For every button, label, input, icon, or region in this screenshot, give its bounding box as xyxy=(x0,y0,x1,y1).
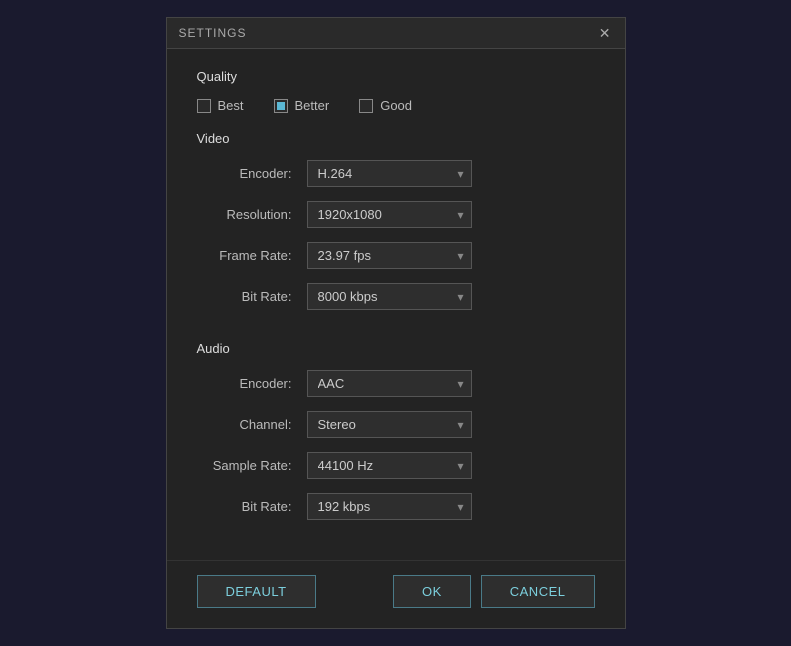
video-resolution-select[interactable]: 1920x1080 1280x720 854x480 xyxy=(307,201,472,228)
video-framerate-select[interactable]: 23.97 fps 29.97 fps 60 fps xyxy=(307,242,472,269)
audio-channel-select[interactable]: Stereo Mono xyxy=(307,411,472,438)
dialog-titlebar: SETTINGS ✕ xyxy=(167,18,625,49)
audio-channel-row: Channel: Stereo Mono xyxy=(197,411,595,438)
footer-right-buttons: OK CANCEL xyxy=(393,575,595,608)
quality-better-checkbox[interactable] xyxy=(274,99,288,113)
audio-bitrate-select-wrapper: 192 kbps 128 kbps 96 kbps xyxy=(307,493,472,520)
video-bitrate-label: Bit Rate: xyxy=(197,289,307,304)
video-encoder-select-wrapper: H.264 H.265 VP9 xyxy=(307,160,472,187)
quality-section-title: Quality xyxy=(197,69,595,84)
video-encoder-label: Encoder: xyxy=(197,166,307,181)
video-framerate-label: Frame Rate: xyxy=(197,248,307,263)
audio-encoder-select[interactable]: AAC MP3 PCM xyxy=(307,370,472,397)
video-resolution-select-wrapper: 1920x1080 1280x720 854x480 xyxy=(307,201,472,228)
default-button[interactable]: DEFAULT xyxy=(197,575,316,608)
video-section-title: Video xyxy=(197,131,595,146)
close-button[interactable]: ✕ xyxy=(597,26,613,40)
dialog-body: Quality Best Better Good Video Encoder: … xyxy=(167,49,625,554)
audio-encoder-select-wrapper: AAC MP3 PCM xyxy=(307,370,472,397)
video-encoder-select[interactable]: H.264 H.265 VP9 xyxy=(307,160,472,187)
audio-section-title: Audio xyxy=(197,341,595,356)
quality-options-row: Best Better Good xyxy=(197,98,595,113)
audio-channel-select-wrapper: Stereo Mono xyxy=(307,411,472,438)
audio-bitrate-label: Bit Rate: xyxy=(197,499,307,514)
quality-option-good[interactable]: Good xyxy=(359,98,412,113)
audio-samplerate-select[interactable]: 44100 Hz 48000 Hz 22050 Hz xyxy=(307,452,472,479)
quality-better-label: Better xyxy=(295,98,330,113)
video-bitrate-row: Bit Rate: 8000 kbps 5000 kbps 3000 kbps xyxy=(197,283,595,310)
audio-samplerate-select-wrapper: 44100 Hz 48000 Hz 22050 Hz xyxy=(307,452,472,479)
video-resolution-row: Resolution: 1920x1080 1280x720 854x480 xyxy=(197,201,595,228)
video-framerate-select-wrapper: 23.97 fps 29.97 fps 60 fps xyxy=(307,242,472,269)
audio-encoder-label: Encoder: xyxy=(197,376,307,391)
audio-bitrate-row: Bit Rate: 192 kbps 128 kbps 96 kbps xyxy=(197,493,595,520)
dialog-title: SETTINGS xyxy=(179,26,247,40)
quality-best-label: Best xyxy=(218,98,244,113)
quality-good-label: Good xyxy=(380,98,412,113)
section-divider xyxy=(197,324,595,325)
quality-option-better[interactable]: Better xyxy=(274,98,330,113)
audio-encoder-row: Encoder: AAC MP3 PCM xyxy=(197,370,595,397)
ok-button[interactable]: OK xyxy=(393,575,471,608)
audio-samplerate-row: Sample Rate: 44100 Hz 48000 Hz 22050 Hz xyxy=(197,452,595,479)
video-bitrate-select-wrapper: 8000 kbps 5000 kbps 3000 kbps xyxy=(307,283,472,310)
quality-option-best[interactable]: Best xyxy=(197,98,244,113)
settings-dialog: SETTINGS ✕ Quality Best Better Good Vide… xyxy=(166,17,626,629)
video-resolution-label: Resolution: xyxy=(197,207,307,222)
video-framerate-row: Frame Rate: 23.97 fps 29.97 fps 60 fps xyxy=(197,242,595,269)
audio-samplerate-label: Sample Rate: xyxy=(197,458,307,473)
quality-good-checkbox[interactable] xyxy=(359,99,373,113)
video-bitrate-select[interactable]: 8000 kbps 5000 kbps 3000 kbps xyxy=(307,283,472,310)
audio-bitrate-select[interactable]: 192 kbps 128 kbps 96 kbps xyxy=(307,493,472,520)
cancel-button[interactable]: CANCEL xyxy=(481,575,595,608)
video-encoder-row: Encoder: H.264 H.265 VP9 xyxy=(197,160,595,187)
quality-best-checkbox[interactable] xyxy=(197,99,211,113)
audio-section: Audio Encoder: AAC MP3 PCM Channel: Ster… xyxy=(197,324,595,520)
dialog-footer: DEFAULT OK CANCEL xyxy=(167,560,625,628)
audio-channel-label: Channel: xyxy=(197,417,307,432)
